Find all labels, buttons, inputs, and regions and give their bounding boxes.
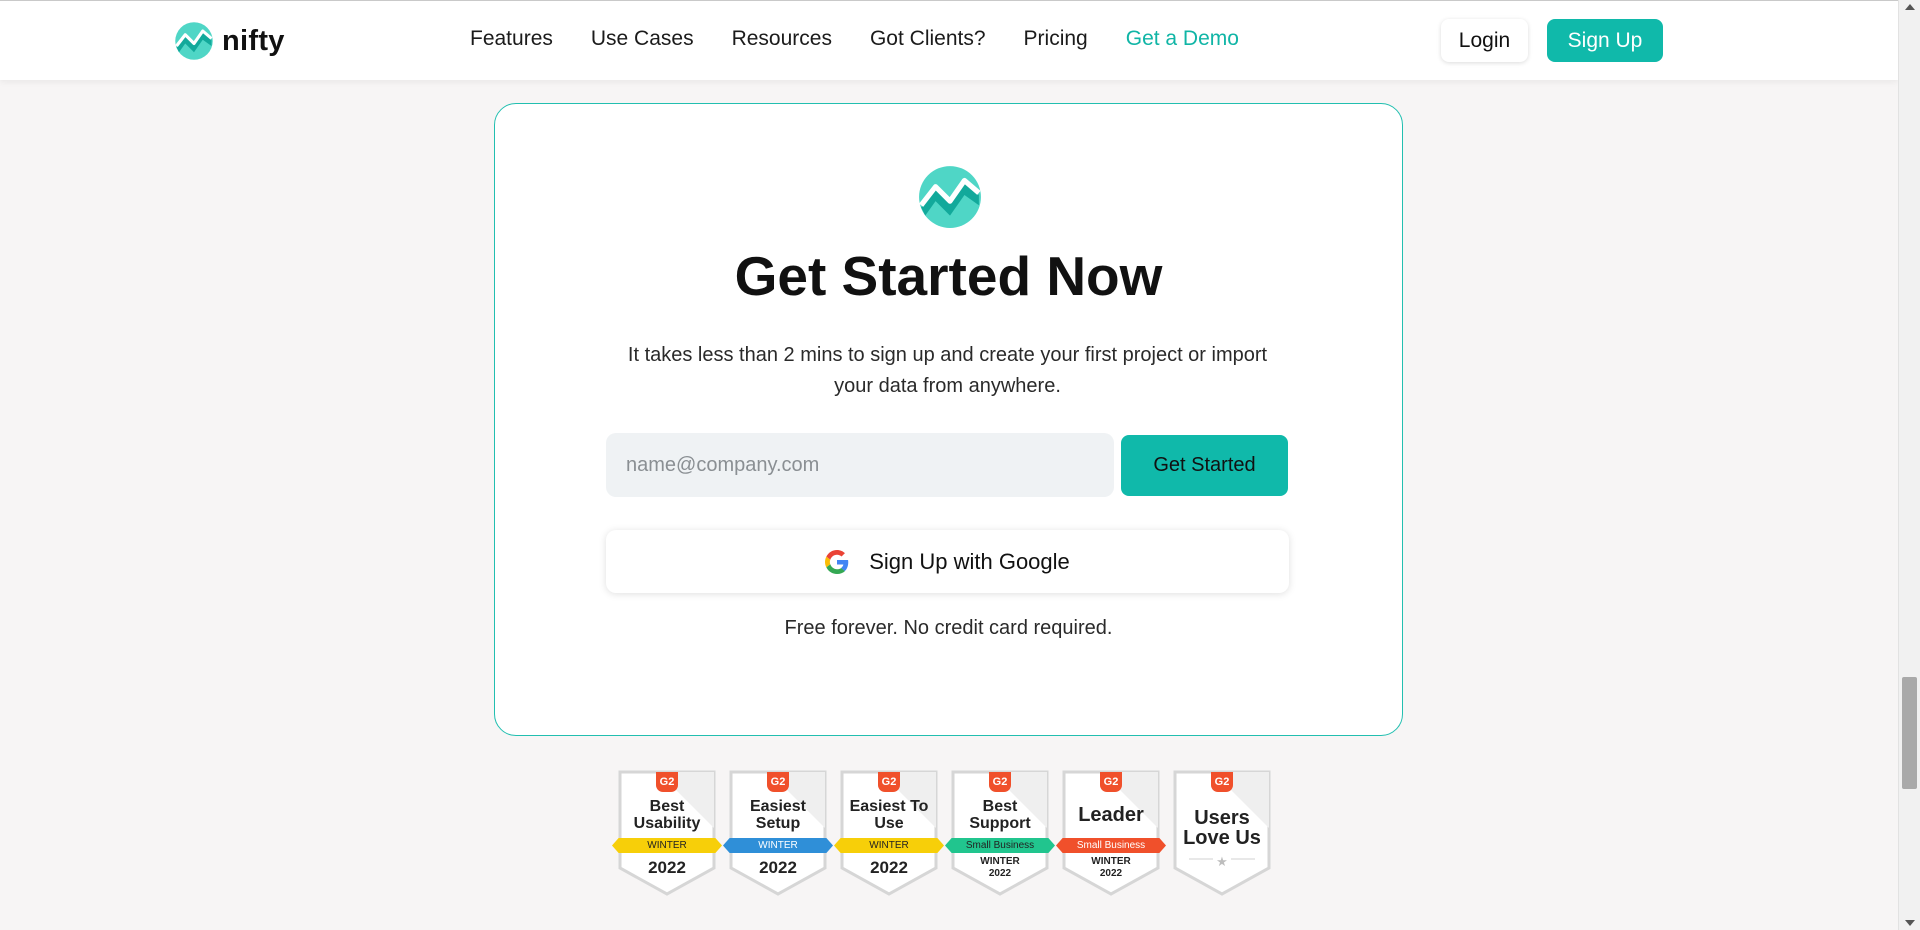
g2-badge-best-usability: G2 Best Usability WINTER 2022 — [612, 770, 722, 896]
badge-title: Leader — [1078, 804, 1144, 826]
g2-logo-icon: G2 — [878, 772, 900, 792]
nav-item-features[interactable]: Features — [470, 27, 553, 51]
badge-title: Easiest Setup — [749, 798, 807, 832]
g2-logo-icon: G2 — [1211, 772, 1233, 792]
g2-logo-icon: G2 — [767, 772, 789, 792]
badge-year: 2022 — [759, 858, 797, 877]
nav-item-got-clients[interactable]: Got Clients? — [870, 27, 986, 51]
page-title: Get Started Now — [734, 245, 1163, 307]
page-subtitle: It takes less than 2 mins to sign up and… — [627, 344, 1268, 397]
main-nav: Features Use Cases Resources Got Clients… — [470, 27, 1277, 51]
page-scrollbar[interactable] — [1898, 0, 1920, 930]
badge-year: 2022 — [648, 858, 686, 877]
g2-badges-row: G2 Best Usability WINTER 2022 G2 Easiest… — [612, 770, 1271, 896]
email-field[interactable] — [606, 433, 1114, 497]
g2-logo-icon: G2 — [1100, 772, 1122, 792]
badge-ribbon: Small Business — [1056, 838, 1166, 853]
badge-title: Users Love Us — [1183, 807, 1261, 849]
signup-button[interactable]: Sign Up — [1547, 19, 1663, 62]
badge-ribbon: Small Business — [945, 838, 1055, 853]
badge-year: 2022 — [988, 868, 1012, 879]
badge-ribbon: WINTER — [612, 838, 722, 853]
badge-season: WINTER — [980, 856, 1020, 867]
top-nav-bar: nifty Features Use Cases Resources Got C… — [0, 0, 1898, 80]
scrollbar-thumb[interactable] — [1902, 677, 1917, 789]
scroll-up-arrow-icon[interactable] — [1905, 4, 1915, 10]
star-icon: ★ — [1216, 854, 1228, 869]
nav-item-get-a-demo[interactable]: Get a Demo — [1126, 27, 1239, 51]
nifty-logo-icon — [175, 22, 213, 60]
scroll-down-arrow-icon[interactable] — [1905, 920, 1915, 926]
google-signup-label: Sign Up with Google — [869, 548, 1070, 574]
g2-badge-best-support: G2 Best Support Small Business WINTER 20… — [945, 770, 1055, 896]
nav-item-use-cases[interactable]: Use Cases — [591, 27, 694, 51]
g2-badge-easiest-setup: G2 Easiest Setup WINTER 2022 — [723, 770, 833, 896]
badge-season: WINTER — [1091, 856, 1131, 867]
brand-name: nifty — [222, 24, 285, 57]
g2-logo-icon: G2 — [656, 772, 678, 792]
nifty-logo-icon — [919, 166, 981, 228]
free-forever-note: Free forever. No credit card required. — [784, 617, 1113, 639]
get-started-card: Get Started Now It takes less than 2 min… — [494, 103, 1403, 736]
g2-badge-users-love-us: G2 Users Love Us ★ — [1173, 770, 1271, 896]
g2-logo-icon: G2 — [989, 772, 1011, 792]
badge-title: Easiest To Use — [849, 798, 929, 832]
nifty-logo[interactable]: nifty — [174, 21, 285, 61]
badge-ribbon: WINTER — [834, 838, 944, 853]
badge-ribbon: WINTER — [723, 838, 833, 853]
login-button[interactable]: Login — [1441, 19, 1528, 62]
g2-badge-easiest-to-use: G2 Easiest To Use WINTER 2022 — [834, 770, 944, 896]
google-signup-button[interactable]: Sign Up with Google — [606, 530, 1289, 593]
google-g-icon — [825, 549, 849, 574]
g2-badge-leader: G2 Leader Small Business WINTER 2022 — [1056, 770, 1166, 896]
badge-year: 2022 — [1099, 868, 1123, 879]
badge-title: Best Usability — [633, 798, 701, 832]
badge-title: Best Support — [969, 798, 1031, 832]
nav-item-resources[interactable]: Resources — [732, 27, 832, 51]
nav-item-pricing[interactable]: Pricing — [1024, 27, 1088, 51]
get-started-button[interactable]: Get Started — [1121, 435, 1288, 496]
badge-year: 2022 — [870, 858, 908, 877]
